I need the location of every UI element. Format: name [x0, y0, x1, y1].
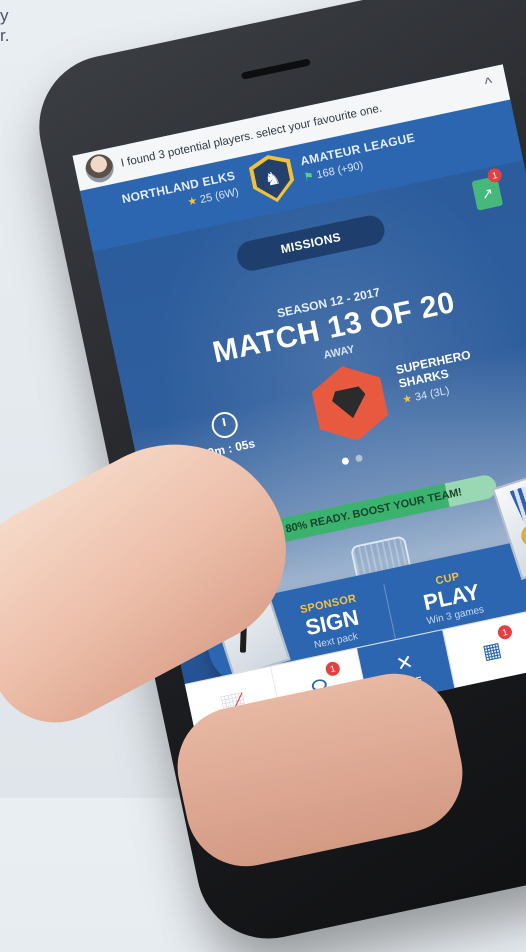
page-dot[interactable]	[354, 454, 364, 463]
background-text-line1: y	[0, 6, 9, 25]
opponent-rating-value: 34	[413, 389, 429, 404]
team-record: (6W)	[214, 186, 240, 203]
diamond-icon	[330, 385, 369, 421]
scout-avatar	[83, 151, 117, 185]
background-text-line2: r.	[0, 26, 10, 45]
hockey-sticks-icon: ✕	[394, 650, 416, 676]
star-icon: ★	[401, 392, 414, 407]
background-text: y r.	[0, 6, 9, 45]
team-rating-value: 25	[199, 191, 214, 207]
trend-up-icon: ↗	[479, 183, 495, 202]
phone-speaker	[240, 58, 311, 80]
league-points-value: 168	[315, 165, 336, 182]
page-dot-active[interactable]	[341, 457, 350, 466]
league-points-delta: (+90)	[336, 159, 365, 177]
stadium-icon: ▦	[480, 638, 504, 664]
chevron-up-icon[interactable]: ^	[483, 75, 494, 94]
flag-icon: ⚑	[302, 170, 316, 184]
star-icon: ★	[186, 194, 199, 209]
tab-badge: 1	[324, 660, 342, 678]
